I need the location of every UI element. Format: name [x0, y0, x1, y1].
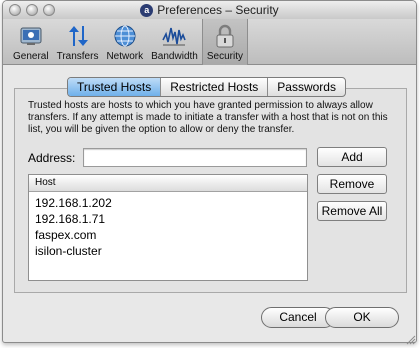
- bandwidth-icon: [160, 23, 188, 49]
- remove-all-button[interactable]: Remove All: [317, 201, 387, 221]
- security-tabs: Trusted Hosts Restricted Hosts Passwords: [67, 77, 346, 97]
- toolbar-item-transfers[interactable]: Transfers: [53, 19, 103, 65]
- zoom-window-button[interactable]: [43, 4, 55, 16]
- title-bar: a Preferences – Security: [3, 1, 416, 19]
- tab-trusted-hosts[interactable]: Trusted Hosts: [68, 78, 160, 96]
- window-title: Preferences – Security: [157, 3, 278, 17]
- table-row[interactable]: isilon-cluster: [29, 243, 307, 259]
- trusted-hosts-description: Trusted hosts are hosts to which you hav…: [28, 100, 390, 136]
- ok-button[interactable]: OK: [325, 307, 399, 328]
- toolbar-label: Security: [207, 51, 243, 62]
- transfers-icon: [64, 23, 92, 49]
- toolbar-item-bandwidth[interactable]: Bandwidth: [147, 19, 202, 65]
- remove-button[interactable]: Remove: [317, 174, 387, 194]
- toolbar-label: Network: [106, 51, 143, 62]
- tab-restricted-hosts[interactable]: Restricted Hosts: [160, 78, 267, 96]
- hosts-table[interactable]: Host 192.168.1.202 192.168.1.71 faspex.c…: [28, 174, 308, 281]
- toolbar-label: General: [13, 51, 49, 62]
- table-row[interactable]: 192.168.1.202: [29, 195, 307, 211]
- cancel-button[interactable]: Cancel: [261, 307, 335, 328]
- preferences-window: a Preferences – Security General: [2, 0, 417, 343]
- close-window-button[interactable]: [9, 4, 21, 16]
- toolbar-label: Transfers: [57, 51, 99, 62]
- app-logo-icon: a: [140, 4, 153, 17]
- toolbar-item-network[interactable]: Network: [102, 19, 147, 65]
- table-row[interactable]: faspex.com: [29, 227, 307, 243]
- address-label: Address:: [28, 151, 75, 165]
- general-icon: [17, 23, 45, 49]
- toolbar-item-general[interactable]: General: [9, 19, 53, 65]
- network-icon: [111, 23, 139, 49]
- toolbar-item-security[interactable]: Security: [202, 19, 248, 65]
- table-row[interactable]: 192.168.1.71: [29, 211, 307, 227]
- window-controls: [9, 4, 55, 16]
- preferences-toolbar: General Transfers Network: [3, 19, 416, 65]
- minimize-window-button[interactable]: [26, 4, 38, 16]
- tab-passwords[interactable]: Passwords: [267, 78, 345, 96]
- add-button[interactable]: Add: [317, 147, 387, 167]
- toolbar-label: Bandwidth: [151, 51, 198, 62]
- host-column-header[interactable]: Host: [29, 175, 307, 192]
- address-input[interactable]: [83, 148, 307, 167]
- lock-icon: [211, 23, 239, 49]
- resize-grip-icon[interactable]: [406, 334, 416, 344]
